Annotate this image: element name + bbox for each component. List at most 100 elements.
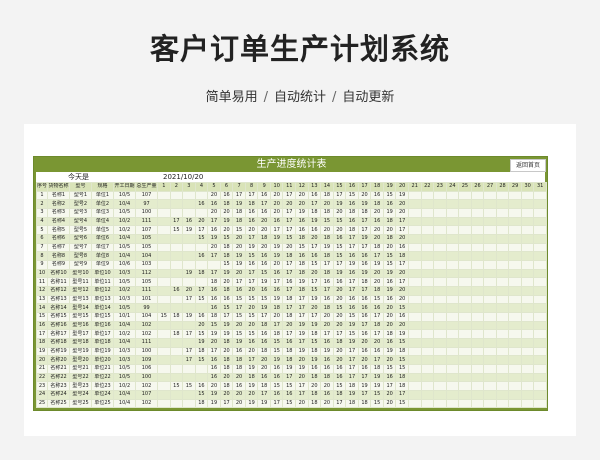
table-cell[interactable]	[433, 320, 447, 331]
table-cell[interactable]	[520, 338, 535, 348]
table-cell[interactable]: 17	[332, 329, 347, 340]
table-cell[interactable]: 10/5	[113, 208, 137, 218]
table-cell[interactable]	[458, 268, 472, 279]
table-cell[interactable]: 20	[269, 312, 284, 322]
table-cell[interactable]	[182, 208, 196, 218]
table-cell[interactable]: 13	[35, 294, 49, 305]
table-cell[interactable]: 18	[269, 303, 284, 314]
table-cell[interactable]: 16	[382, 372, 397, 383]
table-cell[interactable]: 106	[135, 364, 159, 374]
table-cell[interactable]	[520, 208, 535, 218]
table-cell[interactable]: 17	[219, 398, 234, 409]
table-cell[interactable]	[483, 268, 497, 279]
table-cell[interactable]	[433, 338, 447, 348]
table-cell[interactable]	[445, 338, 460, 348]
table-cell[interactable]: 17	[332, 190, 347, 201]
table-cell[interactable]: 单位13	[91, 294, 115, 305]
table-cell[interactable]: 15	[257, 294, 271, 305]
table-cell[interactable]: 17	[370, 329, 384, 340]
table-cell[interactable]	[458, 199, 472, 209]
table-cell[interactable]	[495, 225, 510, 236]
table-cell[interactable]	[420, 303, 435, 314]
table-cell[interactable]: 20	[320, 225, 334, 236]
table-cell[interactable]: 18	[395, 372, 409, 383]
table-cell[interactable]	[157, 398, 171, 409]
table-cell[interactable]: 型号5	[69, 225, 93, 236]
table-cell[interactable]: 20	[382, 225, 397, 236]
table-cell[interactable]: 17	[244, 190, 259, 201]
table-cell[interactable]: 20	[320, 398, 334, 409]
table-cell[interactable]: 20	[307, 268, 322, 279]
table-cell[interactable]	[470, 242, 485, 253]
table-cell[interactable]: 18	[307, 346, 322, 357]
table-cell[interactable]: 6	[35, 234, 49, 244]
table-cell[interactable]: 16	[244, 260, 259, 270]
table-cell[interactable]: 18	[395, 346, 409, 357]
table-cell[interactable]: 10/3	[113, 355, 137, 366]
table-cell[interactable]	[533, 390, 547, 400]
table-cell[interactable]	[407, 338, 422, 348]
table-cell[interactable]	[533, 329, 547, 340]
table-cell[interactable]: 105	[135, 234, 159, 244]
table-cell[interactable]	[194, 364, 209, 374]
table-cell[interactable]: 16	[257, 208, 271, 218]
table-cell[interactable]: 12	[35, 286, 49, 296]
table-cell[interactable]	[169, 390, 184, 400]
table-cell[interactable]: 20	[332, 312, 347, 322]
table-cell[interactable]: 18	[257, 381, 271, 392]
table-cell[interactable]	[420, 208, 435, 218]
table-cell[interactable]: 17	[357, 242, 372, 253]
table-cell[interactable]	[520, 329, 535, 340]
table-cell[interactable]	[194, 277, 209, 288]
table-cell[interactable]	[157, 364, 171, 374]
table-cell[interactable]	[508, 190, 522, 201]
table-cell[interactable]: 16	[257, 251, 271, 262]
table-cell[interactable]: 15	[320, 216, 334, 227]
table-cell[interactable]: 20	[244, 346, 259, 357]
table-cell[interactable]	[407, 381, 422, 392]
table-cell[interactable]: 19	[357, 234, 372, 244]
table-cell[interactable]	[508, 398, 522, 409]
table-cell[interactable]: 16	[207, 372, 221, 383]
table-cell[interactable]	[508, 372, 522, 383]
table-cell[interactable]	[157, 381, 171, 392]
table-cell[interactable]: 20	[219, 208, 234, 218]
table-cell[interactable]	[508, 242, 522, 253]
table-cell[interactable]	[470, 190, 485, 201]
table-cell[interactable]	[157, 251, 171, 262]
table-cell[interactable]	[495, 338, 510, 348]
table-cell[interactable]: 单位4	[91, 216, 115, 227]
table-cell[interactable]: 17	[282, 372, 297, 383]
table-cell[interactable]: 18	[320, 251, 334, 262]
table-cell[interactable]: 107	[135, 225, 159, 236]
table-cell[interactable]: 10	[35, 268, 49, 279]
table-cell[interactable]	[420, 329, 435, 340]
table-cell[interactable]	[182, 234, 196, 244]
table-cell[interactable]: 10/5	[113, 372, 137, 383]
table-cell[interactable]: 名称21	[47, 364, 71, 374]
table-cell[interactable]	[445, 312, 460, 322]
table-cell[interactable]: 型号1	[69, 190, 93, 201]
table-cell[interactable]: 型号2	[69, 199, 93, 209]
table-cell[interactable]	[458, 225, 472, 236]
table-cell[interactable]: 15	[35, 312, 49, 322]
table-cell[interactable]: 16	[194, 251, 209, 262]
table-cell[interactable]: 107	[135, 190, 159, 201]
table-cell[interactable]	[407, 260, 422, 270]
table-cell[interactable]: 17	[370, 251, 384, 262]
table-cell[interactable]: 19	[345, 338, 359, 348]
table-cell[interactable]	[157, 208, 171, 218]
table-cell[interactable]	[495, 346, 510, 357]
table-cell[interactable]: 10/5	[113, 277, 137, 288]
table-cell[interactable]: 18	[257, 320, 271, 331]
table-cell[interactable]: 17	[395, 216, 409, 227]
table-cell[interactable]	[433, 242, 447, 253]
table-cell[interactable]	[508, 251, 522, 262]
table-cell[interactable]: 17	[282, 303, 297, 314]
table-cell[interactable]: 18	[382, 234, 397, 244]
table-cell[interactable]	[495, 312, 510, 322]
table-cell[interactable]: 19	[370, 372, 384, 383]
table-cell[interactable]: 18	[295, 234, 309, 244]
table-cell[interactable]: 16	[295, 251, 309, 262]
table-cell[interactable]: 17	[244, 355, 259, 366]
